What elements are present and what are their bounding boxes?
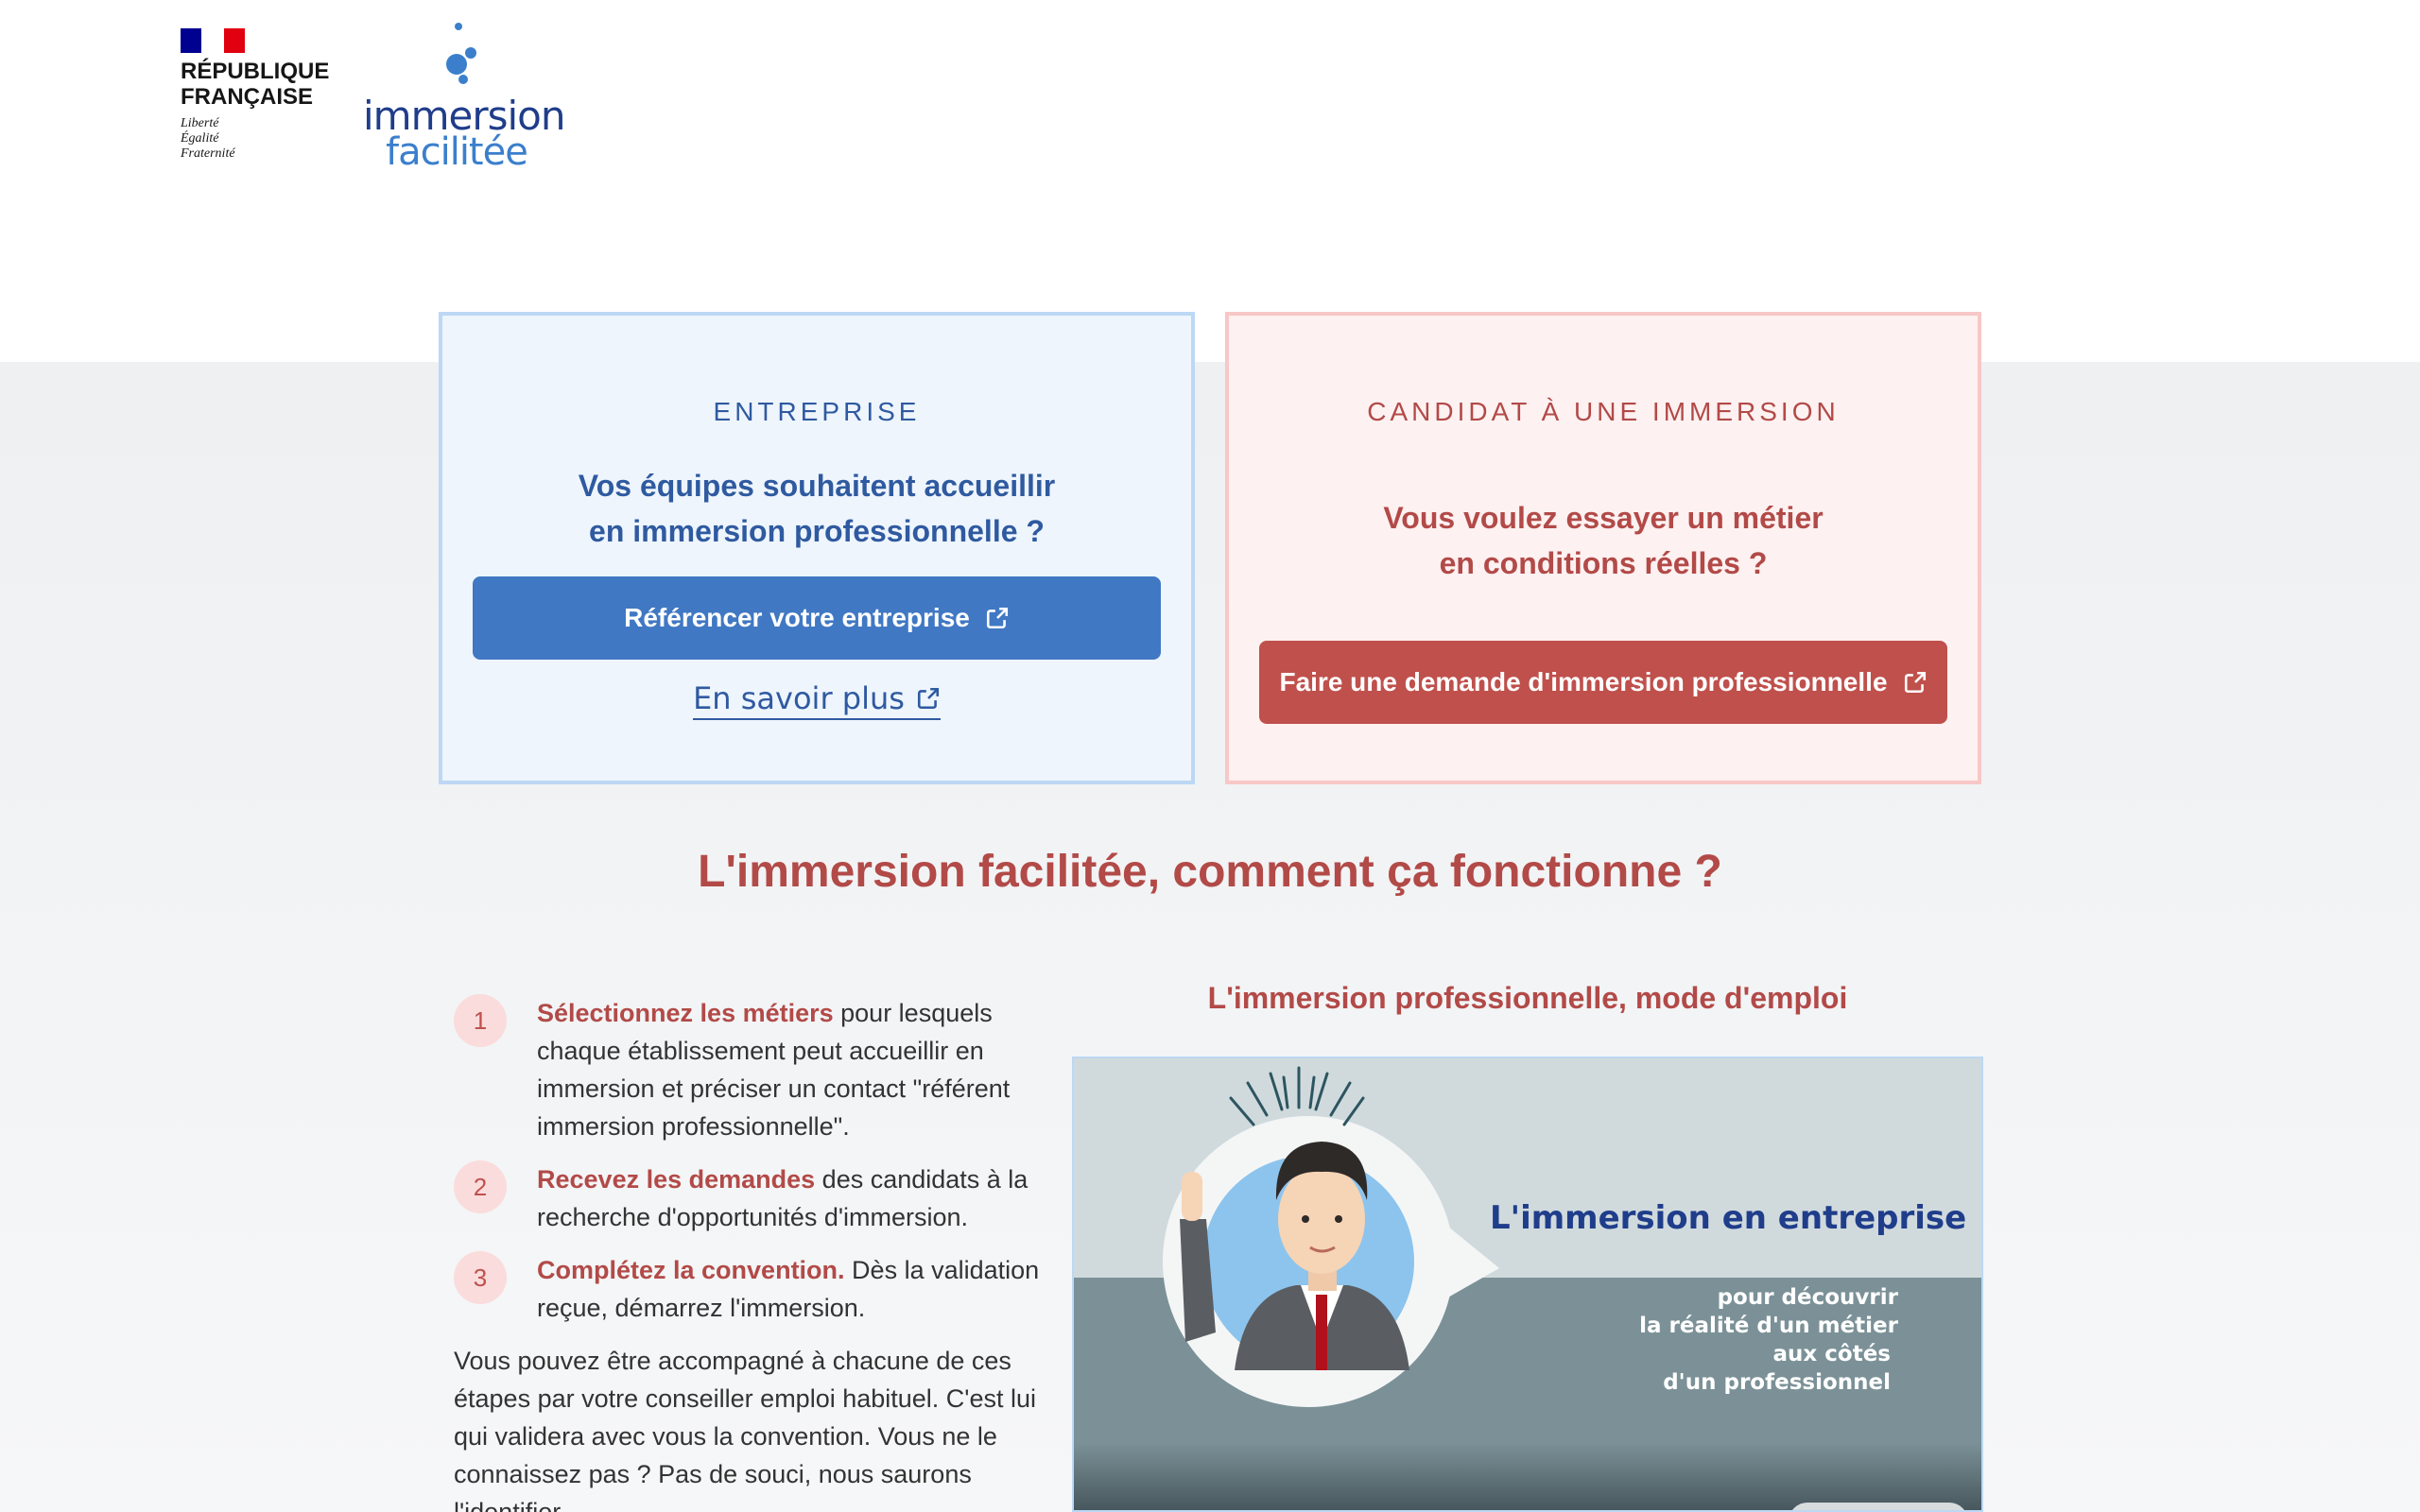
gov-motto: Liberté Égalité Fraternité — [181, 116, 329, 162]
step-bold-text: Complétez la convention. — [537, 1256, 845, 1284]
video-sub-line1: pour découvrir — [1718, 1285, 1899, 1310]
video-thumbnail: L'immersion en entreprise pour découvrir… — [1074, 1058, 1981, 1510]
video-sub-line2: la réalité d'un métier — [1639, 1314, 1899, 1338]
entreprise-question-line2: en immersion professionnelle ? — [589, 514, 1045, 548]
candidat-card: CANDIDAT À UNE IMMERSION Vous voulez ess… — [1225, 312, 1981, 784]
video-player[interactable]: L'immersion en entreprise pour découvrir… — [1072, 1057, 1983, 1512]
how-it-works-title: L'immersion facilitée, comment ça foncti… — [698, 847, 1722, 897]
step-item: 2 Recevez les demandes des candidats à l… — [454, 1160, 1059, 1236]
gov-name: RÉPUBLIQUE FRANÇAISE — [181, 59, 329, 110]
entreprise-question: Vos équipes souhaitent accueillir en imm… — [442, 463, 1191, 554]
step-number: 3 — [454, 1251, 507, 1304]
candidat-kicker: CANDIDAT À UNE IMMERSION — [1367, 397, 1840, 426]
french-flag-icon — [181, 28, 245, 53]
gov-name-line2: FRANÇAISE — [181, 84, 314, 110]
en-savoir-plus-link[interactable]: En savoir plus — [693, 680, 941, 720]
external-link-icon — [917, 687, 939, 710]
external-link-icon — [1904, 671, 1926, 694]
accompaniment-paragraph: Vous pouvez être accompagné à chacune de… — [454, 1347, 1036, 1512]
step-number: 2 — [454, 1160, 507, 1213]
step-item: 1 Sélectionnez les métiers pour lesquels… — [454, 994, 1059, 1145]
entreprise-kicker: ENTREPRISE — [713, 397, 921, 426]
external-link-icon — [986, 607, 1008, 629]
immersion-facilitee-logo[interactable]: immersion facilitée — [359, 19, 565, 174]
demande-immersion-label: Faire une demande d'immersion profession… — [1279, 667, 1888, 696]
bubbles-icon — [446, 23, 476, 84]
video-sub-line4: d'un professionnel — [1663, 1370, 1891, 1395]
video-heading: L'immersion en entreprise — [1490, 1199, 1966, 1237]
logo-text-facilitee: facilitée — [386, 130, 528, 174]
steps-list: 1 Sélectionnez les métiers pour lesquels… — [454, 994, 1059, 1512]
video-sub-line3: aux côtés — [1773, 1342, 1891, 1366]
step-number: 1 — [454, 994, 507, 1047]
step-bold-text: Sélectionnez les métiers — [537, 999, 834, 1027]
referencer-entreprise-label: Référencer votre entreprise — [624, 603, 970, 632]
step-bold-text: Recevez les demandes — [537, 1165, 816, 1194]
motto-egalite: Égalité — [181, 131, 219, 146]
candidat-question-line2: en conditions réelles ? — [1439, 546, 1768, 580]
video-title: L'immersion professionnelle, mode d'empl… — [1207, 981, 1848, 1015]
site-header: RÉPUBLIQUE FRANÇAISE Liberté Égalité Fra… — [0, 0, 2420, 362]
candidat-question: Vous voulez essayer un métier en conditi… — [1229, 495, 1978, 586]
entreprise-card: ENTREPRISE Vos équipes souhaitent accuei… — [439, 312, 1195, 784]
entreprise-question-line1: Vos équipes souhaitent accueillir — [578, 469, 1056, 503]
motto-fraternite: Fraternité — [181, 146, 235, 161]
referencer-entreprise-button[interactable]: Référencer votre entreprise — [473, 576, 1161, 660]
motto-liberte: Liberté — [181, 116, 219, 130]
republique-francaise-logo[interactable]: RÉPUBLIQUE FRANÇAISE Liberté Égalité Fra… — [181, 28, 329, 162]
demande-immersion-button[interactable]: Faire une demande d'immersion profession… — [1259, 641, 1947, 724]
candidat-question-line1: Vous voulez essayer un métier — [1383, 501, 1824, 535]
gov-name-line1: RÉPUBLIQUE — [181, 59, 330, 84]
en-savoir-plus-label: En savoir plus — [693, 680, 905, 716]
step-item: 3 Complétez la convention. Dès la valida… — [454, 1251, 1059, 1327]
